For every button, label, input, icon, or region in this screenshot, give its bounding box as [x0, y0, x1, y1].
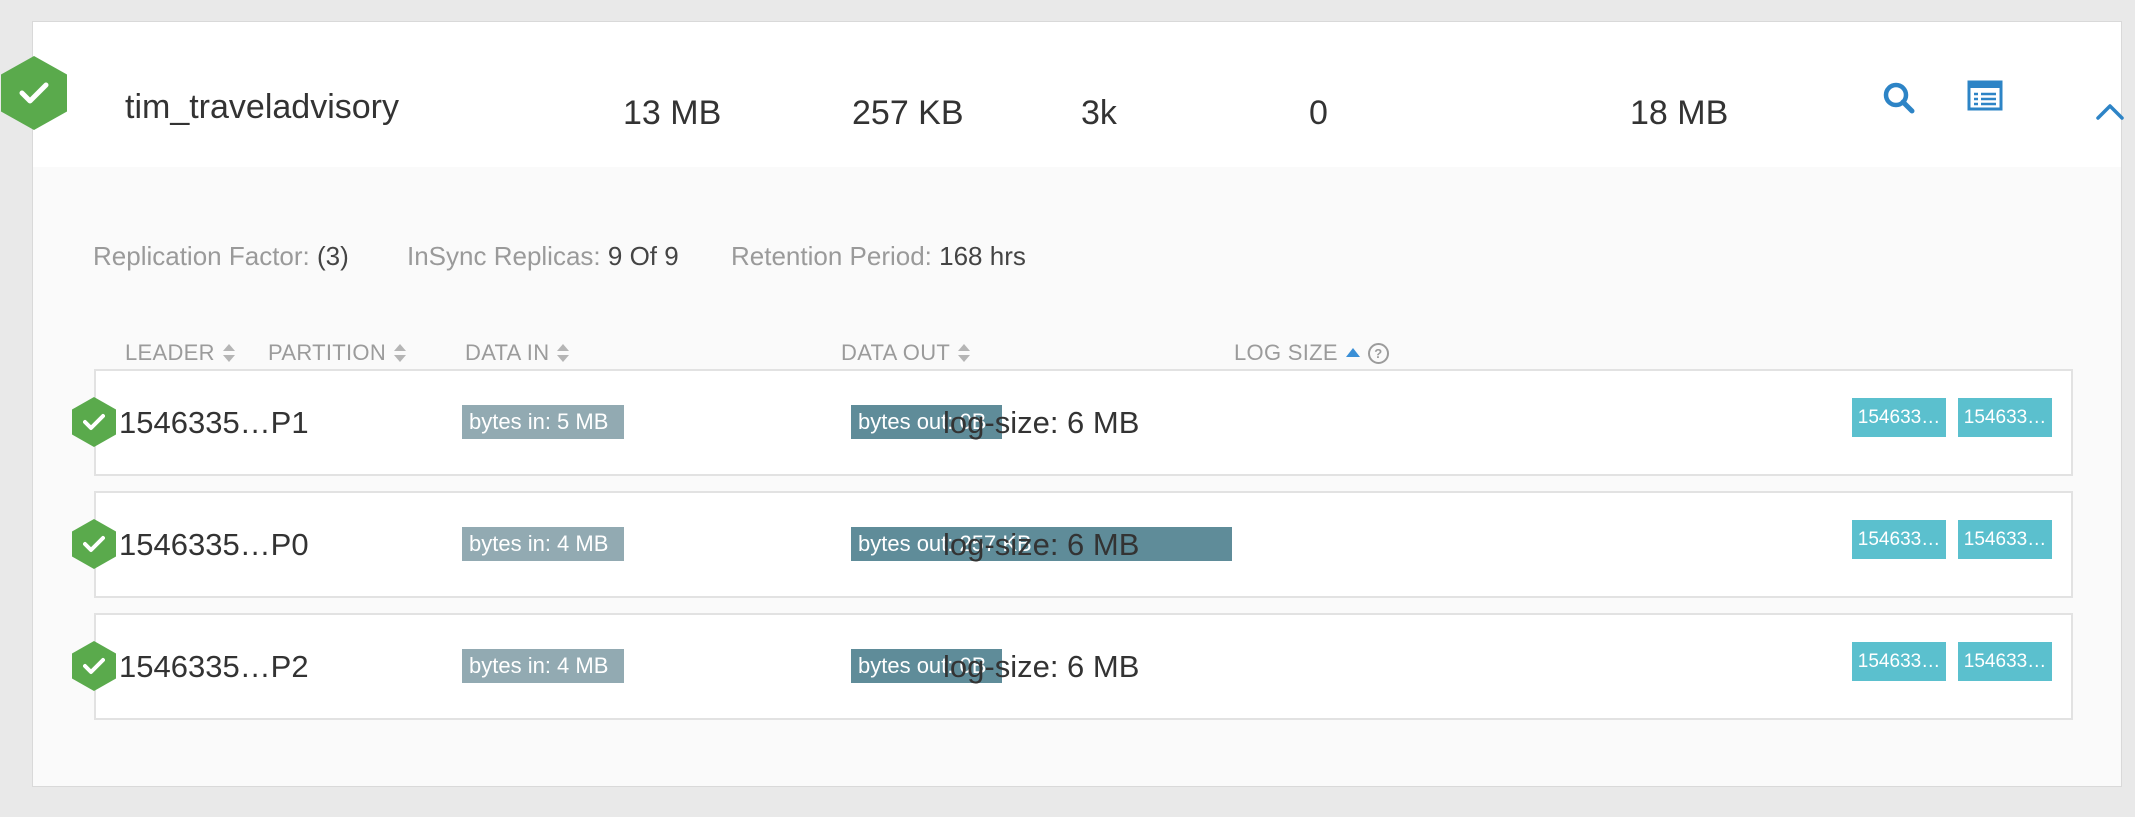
replica-badge[interactable]: 154633… [1958, 398, 2052, 437]
bytes-in-bar: bytes in: 5 MB [462, 405, 624, 439]
sort-icon [394, 343, 407, 363]
partition-leader: 1546335…P2 [119, 649, 309, 684]
column-header-partition-label: PARTITION [268, 340, 387, 365]
partition-row[interactable]: 1546335…P0 bytes in: 4 MB bytes out: 257… [72, 491, 2073, 598]
chevron-up-icon[interactable] [2095, 102, 2125, 127]
column-header-data-in[interactable]: DATA IN [465, 340, 570, 366]
retention-period-label: Retention Period: [731, 241, 932, 271]
column-header-data-out[interactable]: DATA OUT [841, 340, 971, 366]
replica-badge[interactable]: 154633… [1958, 520, 2052, 559]
partition-row[interactable]: 1546335…P2 bytes in: 4 MB bytes out: 0B … [72, 613, 2073, 720]
check-hexagon-icon [72, 641, 116, 691]
log-size: log-size: 6 MB [943, 405, 1140, 440]
sort-icon [958, 343, 971, 363]
sort-icon [222, 343, 235, 363]
topic-metric-data-out: 257 KB [852, 94, 964, 132]
topic-card: tim_traveladvisory 13 MB 257 KB 3k 0 18 … [1, 21, 2124, 787]
column-header-leader-label: LEADER [125, 340, 215, 365]
sort-icon [557, 343, 570, 363]
column-header-leader[interactable]: LEADER [125, 340, 235, 366]
replication-factor-label: Replication Factor: [93, 241, 310, 271]
column-header-log-size[interactable]: LOG SIZE ? [1234, 340, 1389, 366]
list-icon[interactable] [1967, 79, 2003, 118]
check-hexagon-icon [1, 56, 67, 130]
partition-row[interactable]: 1546335…P1 bytes in: 5 MB bytes out: 0B … [72, 369, 2073, 476]
replica-badge[interactable]: 154633… [1958, 642, 2052, 681]
partition-leader: 1546335…P0 [119, 527, 309, 562]
retention-period-value: 168 hrs [939, 241, 1026, 271]
check-hexagon-icon [72, 519, 116, 569]
insync-replicas-label: InSync Replicas: [407, 241, 601, 271]
topic-name[interactable]: tim_traveladvisory [125, 88, 399, 127]
help-icon[interactable]: ? [1367, 342, 1389, 364]
insync-replicas: InSync Replicas: 9 Of 9 [407, 241, 679, 272]
log-size: log-size: 6 MB [943, 649, 1140, 684]
topic-metric-size: 18 MB [1630, 94, 1729, 132]
topic-metric-messages: 3k [1081, 94, 1117, 132]
partition-leader: 1546335…P1 [119, 405, 309, 440]
sort-ascending-icon [1345, 347, 1360, 357]
replica-badge[interactable]: 154633… [1852, 520, 1946, 559]
replica-badge[interactable]: 154633… [1852, 398, 1946, 437]
topic-metric-data-in: 13 MB [623, 94, 722, 132]
replica-badge[interactable]: 154633… [1852, 642, 1946, 681]
column-header-partition[interactable]: PARTITION [268, 340, 407, 366]
insync-replicas-value: 9 Of 9 [607, 241, 679, 271]
retention-period: Retention Period: 168 hrs [731, 241, 1026, 272]
column-header-log-size-label: LOG SIZE [1234, 340, 1338, 365]
log-size: log-size: 6 MB [943, 527, 1140, 562]
bytes-in-bar: bytes in: 4 MB [462, 649, 624, 683]
check-hexagon-icon [72, 397, 116, 447]
bytes-in-bar: bytes in: 4 MB [462, 527, 624, 561]
topic-header[interactable]: tim_traveladvisory 13 MB 257 KB 3k 0 18 … [1, 22, 2124, 167]
replication-factor-value: (3) [317, 241, 349, 271]
column-header-data-out-label: DATA OUT [841, 340, 951, 365]
column-header-data-in-label: DATA IN [465, 340, 550, 365]
topic-metric-lag: 0 [1309, 94, 1328, 132]
search-icon[interactable] [1881, 80, 1917, 121]
replication-factor: Replication Factor: (3) [93, 241, 349, 272]
